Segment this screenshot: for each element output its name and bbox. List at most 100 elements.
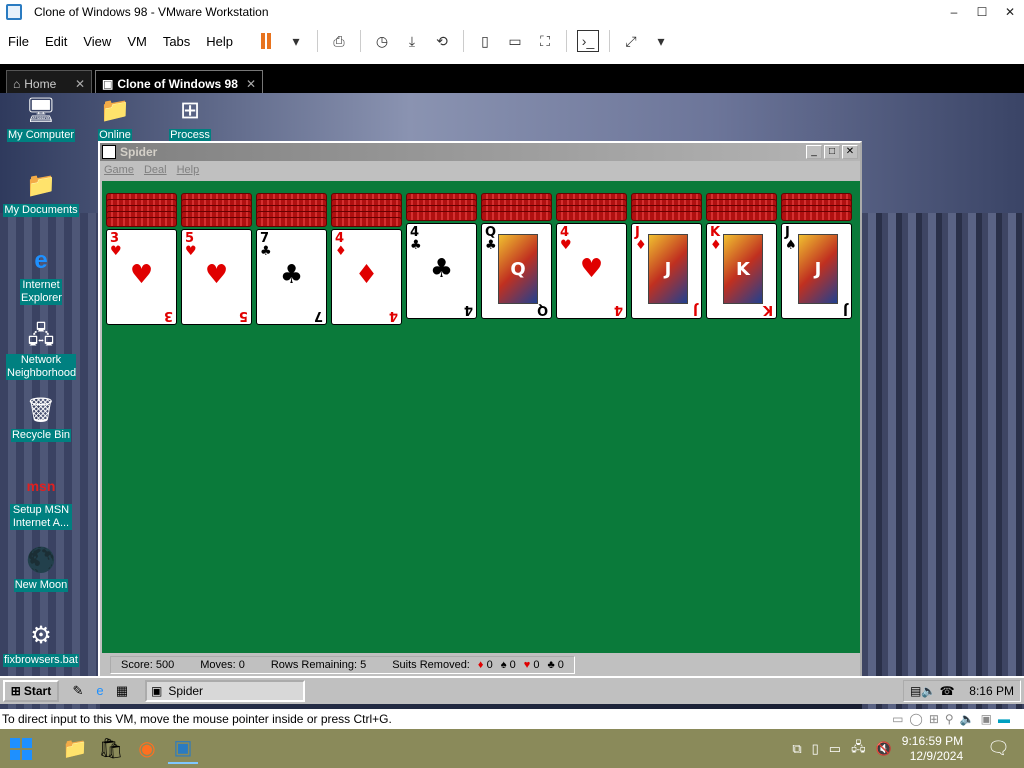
desktop-icon-online[interactable]: 📁 Online bbox=[72, 95, 158, 142]
pause-icon[interactable] bbox=[255, 30, 277, 52]
vmware-taskbar-icon[interactable]: ▣ bbox=[168, 734, 198, 764]
suits-removed-label: Suits Removed: bbox=[392, 659, 470, 671]
cd-icon[interactable]: ◯ bbox=[909, 712, 922, 726]
close-tab-icon[interactable]: ✕ bbox=[246, 77, 256, 91]
face-down-card bbox=[256, 217, 327, 227]
tab-home-label: Home bbox=[24, 76, 57, 91]
usb-device-icon[interactable]: ▯ bbox=[812, 741, 819, 757]
desktop-icon-network-neighborhood[interactable]: 🖧 Network Neighborhood bbox=[0, 320, 84, 380]
card-rank-bottom: 7 bbox=[313, 308, 323, 323]
spider-menu-game[interactable]: Game bbox=[104, 164, 134, 176]
display-icon[interactable]: ▣ bbox=[981, 712, 992, 726]
spider-maximize-button[interactable]: □ bbox=[824, 145, 840, 159]
start-button[interactable]: ⊞ Start bbox=[3, 680, 59, 702]
win98-clock[interactable]: 8:16 PM bbox=[969, 684, 1014, 698]
desktop-icon-recycle-bin[interactable]: 🗑 Recycle Bin bbox=[0, 395, 84, 442]
desktop-icon-setup-msn[interactable]: msn Setup MSN Internet A... bbox=[0, 470, 84, 530]
face-up-card[interactable]: 5 ♥ ♥ 5 bbox=[181, 229, 252, 325]
spider-menu-deal[interactable]: Deal bbox=[144, 164, 167, 176]
revert-snapshot-icon[interactable]: ⤓ bbox=[401, 30, 423, 52]
network-status-icon[interactable]: 🖧 bbox=[851, 738, 866, 760]
snapshot-manager-icon[interactable]: ⟲ bbox=[431, 30, 453, 52]
library-icon[interactable]: ▯ bbox=[474, 30, 496, 52]
desktop-icon-process[interactable]: ⊞ Process bbox=[147, 95, 233, 142]
desktop-icon-internet-explorer[interactable]: e Internet Explorer bbox=[0, 245, 84, 305]
internet-explorer-icon: e bbox=[34, 247, 48, 274]
network-adapter-icon[interactable]: ⊞ bbox=[929, 712, 939, 726]
volume-muted-icon[interactable]: 🔇 bbox=[876, 741, 892, 757]
card-pips: ♦ bbox=[354, 260, 379, 290]
face-card-art: Q bbox=[498, 234, 538, 304]
firefox-icon[interactable]: ◉ bbox=[132, 734, 162, 764]
taskbar-button-spider[interactable]: ▣ Spider bbox=[145, 680, 305, 702]
card-rank-bottom: 5 bbox=[238, 308, 248, 323]
menu-view[interactable]: View bbox=[75, 34, 119, 49]
message-icon[interactable]: ▬ bbox=[998, 712, 1010, 726]
menu-help[interactable]: Help bbox=[198, 34, 241, 49]
card-suit-icon: ♥ bbox=[560, 238, 572, 253]
menu-file[interactable]: File bbox=[0, 34, 37, 49]
desktop-icon-my-documents[interactable]: 📁 My Documents bbox=[0, 170, 84, 217]
guest-desktop[interactable]: 🖥 My Computer 📁 My Documents e Internet … bbox=[0, 93, 1024, 709]
batch-file-icon: ⚙ bbox=[30, 622, 52, 649]
copy-icon[interactable]: ⧉ bbox=[792, 741, 801, 757]
win98-taskbar: ⊞ Start ✎ e ▦ ▣ Spider ▤🔈 ☎ 8:16 PM bbox=[0, 676, 1024, 704]
face-card-art: K bbox=[723, 234, 763, 304]
close-button[interactable]: ✕ bbox=[996, 0, 1024, 24]
face-up-card[interactable]: 3 ♥ ♥ 3 bbox=[106, 229, 177, 325]
spider-play-area[interactable]: 3 ♥ ♥ 3 5 ♥ ♥ 5 7 ♣ ♣ 7 4 ♦ ♦ 4 4 ♣ ♣ 4 Q ♣ Q Q 4 ♥ ♥ 4 J ♦ J J K ♦ K K J ♠ J J bbox=[102, 181, 860, 653]
desktop-icon-fixbrowsers[interactable]: ⚙ fixbrowsers.bat bbox=[0, 620, 84, 667]
face-up-card[interactable]: 4 ♥ ♥ 4 bbox=[556, 223, 627, 319]
minimize-button[interactable]: – bbox=[940, 0, 968, 24]
face-up-card[interactable]: 7 ♣ ♣ 7 bbox=[256, 229, 327, 325]
menu-tabs[interactable]: Tabs bbox=[155, 34, 198, 49]
face-down-card bbox=[556, 211, 627, 221]
stretch-dropdown-icon[interactable]: ▾ bbox=[650, 30, 672, 52]
card-rank-bottom: 4 bbox=[613, 302, 623, 317]
dropdown-arrow-icon[interactable]: ▾ bbox=[285, 30, 307, 52]
suit-removed-diamonds: ♦ 0 bbox=[477, 659, 493, 671]
microsoft-store-icon[interactable]: 🛍 bbox=[96, 734, 126, 764]
show-desktop-icon[interactable]: ✎ bbox=[69, 682, 87, 700]
face-up-card[interactable]: K ♦ K K bbox=[706, 223, 777, 319]
snapshot-icon[interactable]: ◷ bbox=[371, 30, 393, 52]
face-up-card[interactable]: J ♦ J J bbox=[631, 223, 702, 319]
face-up-card[interactable]: J ♠ J J bbox=[781, 223, 852, 319]
maximize-button[interactable]: ☐ bbox=[968, 0, 996, 24]
stretch-guest-icon[interactable]: ⤢ bbox=[620, 30, 642, 52]
internet-explorer-quicklaunch-icon[interactable]: e bbox=[91, 682, 109, 700]
windows-start-icon[interactable] bbox=[10, 737, 32, 760]
thumbnail-bar-icon[interactable]: ▭ bbox=[504, 30, 526, 52]
suit-removed-clubs: ♣ 0 bbox=[547, 659, 564, 671]
channels-icon[interactable]: ▦ bbox=[113, 682, 131, 700]
full-screen-icon[interactable]: ⛶ bbox=[534, 30, 556, 52]
face-up-card[interactable]: 4 ♦ ♦ 4 bbox=[331, 229, 402, 325]
spider-close-button[interactable]: ✕ bbox=[842, 145, 858, 159]
face-up-card[interactable]: Q ♣ Q Q bbox=[481, 223, 552, 319]
card-rank-bottom: K bbox=[762, 302, 773, 317]
window-title: Clone of Windows 98 - VMware Workstation bbox=[34, 5, 269, 19]
card-suit-icon: ♥ bbox=[110, 244, 122, 259]
spider-minimize-button[interactable]: _ bbox=[806, 145, 822, 159]
battery-icon[interactable]: ▭ bbox=[829, 741, 841, 757]
spider-title-bar[interactable]: Spider _ □ ✕ bbox=[100, 143, 860, 161]
spider-menu-help[interactable]: Help bbox=[177, 164, 200, 176]
send-ctrl-alt-del-icon[interactable]: ⎙ bbox=[328, 30, 350, 52]
usb-icon[interactable]: ⚲ bbox=[945, 712, 954, 726]
host-clock[interactable]: 9:16:59 PM 12/9/2024 bbox=[902, 734, 963, 764]
face-down-card bbox=[706, 211, 777, 221]
console-view-icon[interactable]: ›_ bbox=[577, 30, 600, 52]
home-icon: ⌂ bbox=[13, 76, 21, 91]
menu-edit[interactable]: Edit bbox=[37, 34, 75, 49]
menu-vm[interactable]: VM bbox=[119, 34, 155, 49]
vmware-status-bar: To direct input to this VM, move the mou… bbox=[0, 709, 1024, 729]
face-up-card[interactable]: 4 ♣ ♣ 4 bbox=[406, 223, 477, 319]
card-rank-bottom: 4 bbox=[463, 302, 473, 317]
tray-icons[interactable]: ▤🔈 ☎ bbox=[910, 684, 955, 698]
desktop-icon-new-moon[interactable]: 🌑 New Moon bbox=[0, 545, 84, 592]
file-explorer-icon[interactable]: 📁 bbox=[60, 734, 90, 764]
notification-icon[interactable]: 🗨 bbox=[987, 738, 1010, 759]
hard-disk-icon[interactable]: ▭ bbox=[892, 712, 903, 726]
sound-icon[interactable]: 🔈 bbox=[960, 712, 975, 726]
close-tab-icon[interactable]: ✕ bbox=[75, 77, 85, 91]
